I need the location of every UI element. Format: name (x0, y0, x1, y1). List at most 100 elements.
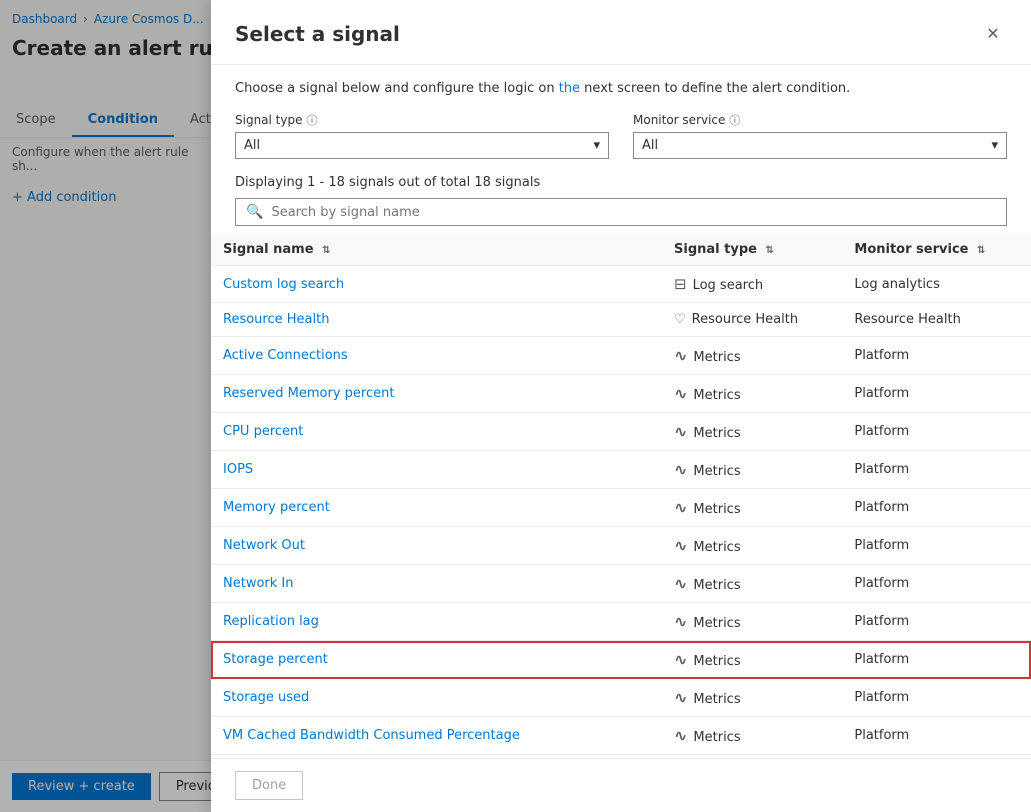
signal-name-cell: Storage percent (211, 641, 662, 679)
signal-name-cell: Custom log search (211, 266, 662, 303)
signal-name-cell: Network Out (211, 527, 662, 565)
monitor-service-cell: Platform (842, 679, 1031, 717)
modal-header: Select a signal ✕ (211, 0, 1031, 65)
signal-type-cell: ∿Metrics (662, 679, 842, 717)
monitor-service-select[interactable]: All ▾ (633, 132, 1007, 159)
modal-description: Choose a signal below and configure the … (211, 65, 1031, 104)
signal-name-link[interactable]: Network In (223, 576, 293, 591)
signal-name-link[interactable]: Resource Health (223, 312, 329, 327)
table-row[interactable]: VM Cached Bandwidth Consumed Percentage ∿… (211, 717, 1031, 755)
monitor-service-cell: Platform (842, 451, 1031, 489)
signal-name-cell: Memory percent (211, 489, 662, 527)
signal-type-cell: ♡Resource Health (662, 303, 842, 337)
metrics-icon: ∿ (674, 726, 687, 745)
signal-name-link[interactable]: Network Out (223, 538, 305, 553)
table-row[interactable]: Active Connections ∿MetricsPlatform (211, 337, 1031, 375)
monitor-service-cell: Platform (842, 527, 1031, 565)
signal-type-cell: ∿Metrics (662, 641, 842, 679)
signal-name-link[interactable]: Reserved Memory percent (223, 386, 394, 401)
monitor-service-sort-icon: ⇅ (977, 245, 985, 256)
signal-type-cell: ∿Metrics (662, 337, 842, 375)
done-button[interactable]: Done (235, 771, 303, 800)
table-row[interactable]: CPU percent ∿MetricsPlatform (211, 413, 1031, 451)
monitor-service-cell: Platform (842, 413, 1031, 451)
metrics-icon: ∿ (674, 688, 687, 707)
signal-name-cell: VM Cached Bandwidth Consumed Percentage (211, 717, 662, 755)
signal-type-value: All (244, 138, 260, 153)
modal-title: Select a signal (235, 22, 400, 46)
signal-type-label: Signal type ⓘ (235, 112, 609, 128)
signal-table-wrapper: Signal name ⇅ Signal type ⇅ Monitor serv… (211, 234, 1031, 758)
signal-type-cell: ∿Metrics (662, 489, 842, 527)
metrics-icon: ∿ (674, 346, 687, 365)
signal-name-cell: Storage used (211, 679, 662, 717)
metrics-icon: ∿ (674, 612, 687, 631)
modal-close-button[interactable]: ✕ (979, 20, 1007, 48)
signal-name-cell: CPU percent (211, 413, 662, 451)
metrics-icon: ∿ (674, 650, 687, 669)
col-monitor-service[interactable]: Monitor service ⇅ (842, 234, 1031, 266)
monitor-service-cell: Platform (842, 375, 1031, 413)
table-row[interactable]: Replication lag∿MetricsPlatform (211, 603, 1031, 641)
monitor-service-cell: Platform (842, 489, 1031, 527)
table-row[interactable]: Reserved Memory percent ∿MetricsPlatform (211, 375, 1031, 413)
select-signal-modal: Select a signal ✕ Choose a signal below … (211, 0, 1031, 812)
signal-type-info-icon: ⓘ (306, 112, 317, 128)
signal-name-cell: Reserved Memory percent (211, 375, 662, 413)
signal-name-link[interactable]: IOPS (223, 462, 253, 477)
monitor-service-chevron-icon: ▾ (991, 138, 998, 153)
signal-name-link[interactable]: Custom log search (223, 277, 344, 292)
col-signal-name[interactable]: Signal name ⇅ (211, 234, 662, 266)
table-row[interactable]: Network In ∿MetricsPlatform (211, 565, 1031, 603)
search-input[interactable] (271, 205, 996, 220)
table-row[interactable]: Custom log search ⊟Log searchLog analytic… (211, 266, 1031, 303)
signal-name-cell: Resource Health (211, 303, 662, 337)
signal-name-link[interactable]: Storage percent (223, 652, 328, 667)
log-search-icon: ⊟ (674, 275, 687, 293)
signal-type-cell: ∿Metrics (662, 413, 842, 451)
signal-type-cell: ⊟Log search (662, 266, 842, 303)
table-header: Signal name ⇅ Signal type ⇅ Monitor serv… (211, 234, 1031, 266)
metrics-icon: ∿ (674, 460, 687, 479)
monitor-service-cell: Platform (842, 337, 1031, 375)
monitor-service-cell: Log analytics (842, 266, 1031, 303)
signal-name-cell: Replication lag (211, 603, 662, 641)
signal-type-cell: ∿Metrics (662, 565, 842, 603)
monitor-service-value: All (642, 138, 658, 153)
col-signal-type[interactable]: Signal type ⇅ (662, 234, 842, 266)
monitor-service-cell: Platform (842, 565, 1031, 603)
table-row[interactable]: Storage percent∿MetricsPlatform (211, 641, 1031, 679)
table-row[interactable]: Storage used ∿MetricsPlatform (211, 679, 1031, 717)
table-body: Custom log search ⊟Log searchLog analytic… (211, 266, 1031, 759)
signal-type-select[interactable]: All ▾ (235, 132, 609, 159)
metrics-icon: ∿ (674, 498, 687, 517)
signal-name-cell: Network In (211, 565, 662, 603)
metrics-icon: ∿ (674, 422, 687, 441)
monitor-service-cell: Platform (842, 717, 1031, 755)
monitor-service-filter: Monitor service ⓘ All ▾ (633, 112, 1007, 159)
monitor-service-label: Monitor service ⓘ (633, 112, 1007, 128)
signal-count: Displaying 1 - 18 signals out of total 1… (211, 171, 1031, 198)
table-row[interactable]: Memory percent ∿MetricsPlatform (211, 489, 1031, 527)
signal-name-link[interactable]: Memory percent (223, 500, 330, 515)
signal-name-sort-icon: ⇅ (322, 245, 330, 256)
signal-name-link[interactable]: CPU percent (223, 424, 303, 439)
signal-name-link[interactable]: Active Connections (223, 348, 348, 363)
monitor-service-info-icon: ⓘ (729, 112, 740, 128)
signal-table: Signal name ⇅ Signal type ⇅ Monitor serv… (211, 234, 1031, 758)
metrics-icon: ∿ (674, 574, 687, 593)
signal-name-link[interactable]: Storage used (223, 690, 309, 705)
signal-type-cell: ∿Metrics (662, 527, 842, 565)
signal-name-cell: Active Connections (211, 337, 662, 375)
signal-name-link[interactable]: Replication lag (223, 614, 319, 629)
table-row[interactable]: Resource Health♡Resource HealthResource … (211, 303, 1031, 337)
signal-name-link[interactable]: VM Cached Bandwidth Consumed Percentage (223, 728, 520, 743)
search-box: 🔍 (235, 198, 1007, 226)
table-row[interactable]: Network Out ∿MetricsPlatform (211, 527, 1031, 565)
table-row[interactable]: IOPS ∿MetricsPlatform (211, 451, 1031, 489)
signal-name-cell: IOPS (211, 451, 662, 489)
signal-type-cell: ∿Metrics (662, 451, 842, 489)
signal-type-chevron-icon: ▾ (593, 138, 600, 153)
resource-health-icon: ♡ (674, 312, 686, 327)
signal-type-cell: ∿Metrics (662, 375, 842, 413)
